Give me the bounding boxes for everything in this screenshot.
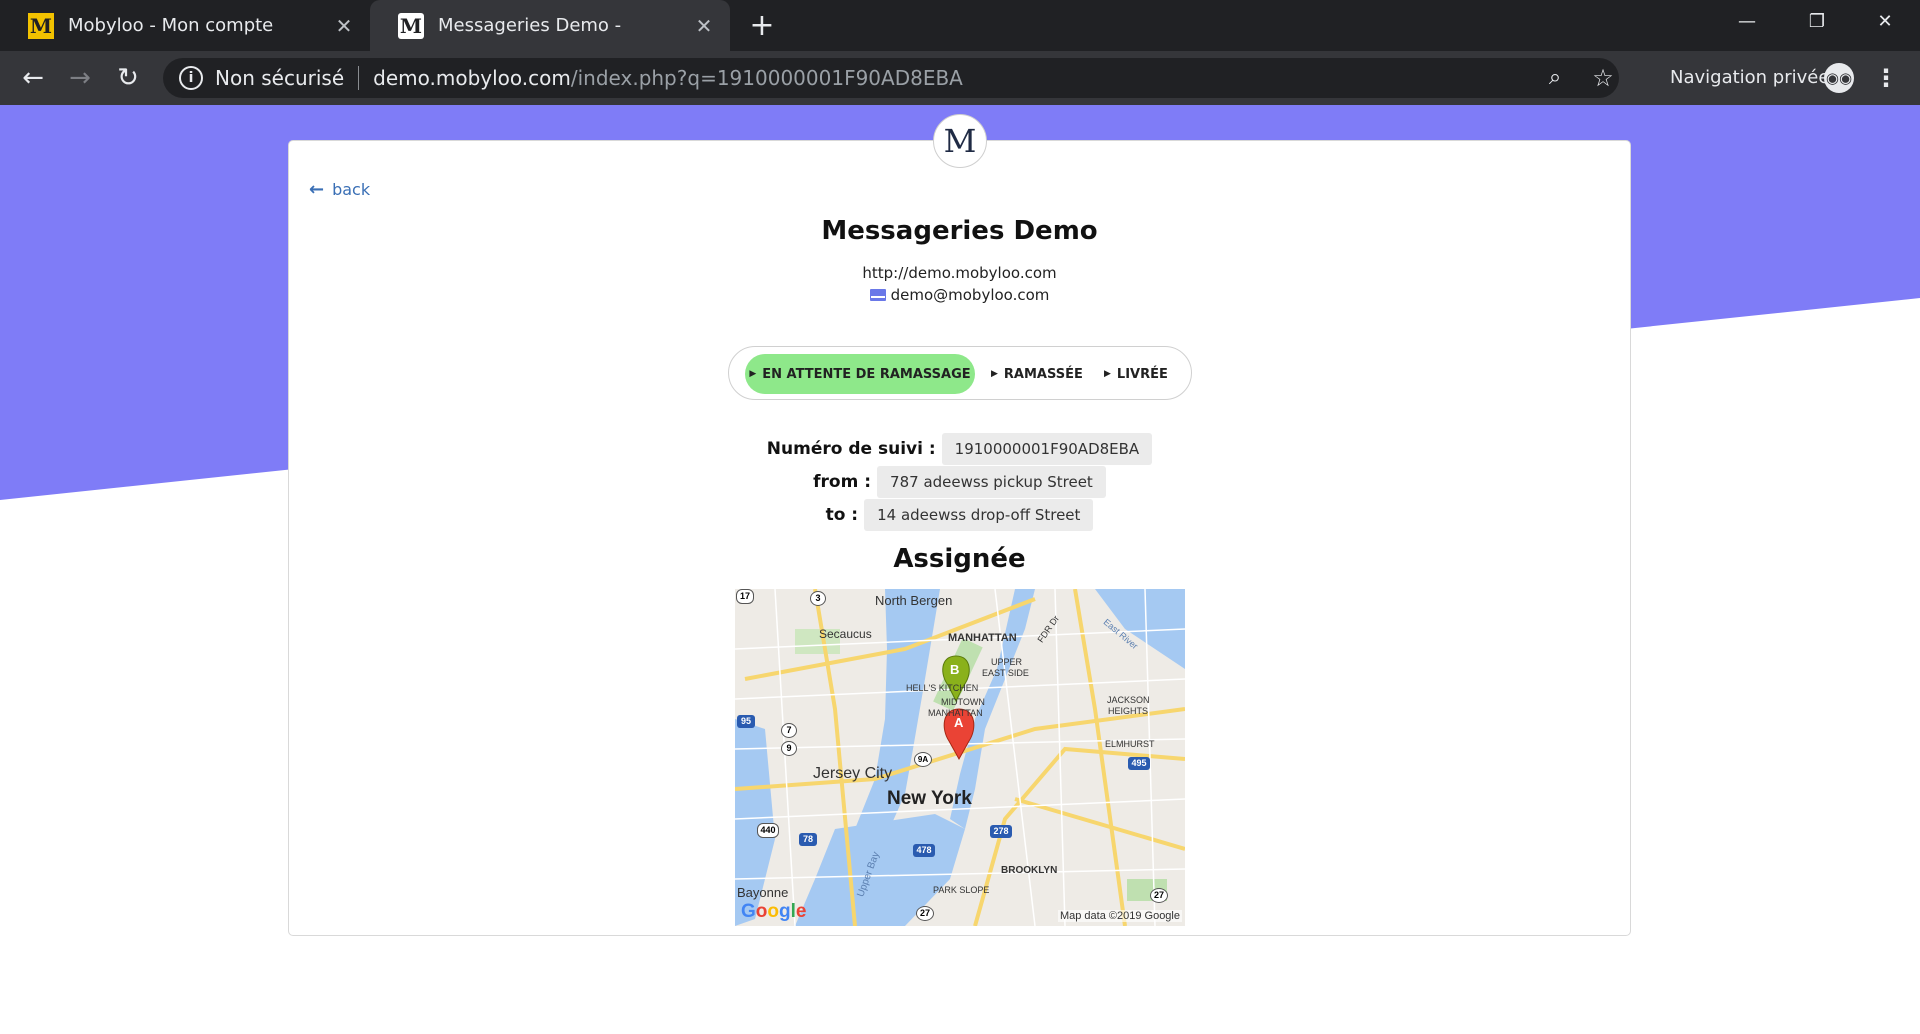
close-icon[interactable]: ✕	[692, 14, 716, 38]
envelope-icon	[869, 289, 886, 301]
page-content: ← back Messageries Demo http://demo.moby…	[0, 105, 1920, 1034]
map-label-brooklyn: BROOKLYN	[1001, 865, 1058, 876]
divider	[358, 66, 360, 90]
route-27-shield: 27	[916, 906, 934, 921]
tab-mobyloo-account[interactable]: M Mobyloo - Mon compte ✕	[0, 0, 370, 51]
zoom-icon[interactable]: ⌕	[1539, 62, 1571, 94]
caret-right-icon: ▶	[1104, 369, 1111, 379]
step-label: EN ATTENTE DE RAMASSAGE	[762, 366, 971, 382]
map-label-manhattan: MANHATTAN	[948, 632, 1017, 644]
step-delivered[interactable]: ▶ LIVRÉE	[1104, 354, 1168, 394]
company-website: http://demo.mobyloo.com	[862, 264, 1057, 282]
from-address: 787 adeewss pickup Street	[877, 466, 1106, 498]
route-27-east-shield: 27	[1150, 888, 1168, 903]
map-label-park-slope: PARK SLOPE	[933, 885, 990, 895]
interstate-78-shield: 78	[799, 833, 817, 846]
minimize-button[interactable]: —	[1716, 0, 1778, 44]
mobyloo-m-logo-icon: M	[398, 12, 424, 39]
new-tab-button[interactable]: +	[744, 8, 780, 44]
map-label-jackson: JACKSON	[1107, 695, 1150, 705]
back-label: back	[332, 180, 371, 199]
map-label-secaucus: Secaucus	[819, 627, 872, 641]
step-label: LIVRÉE	[1116, 366, 1168, 382]
interstate-278-shield: 278	[990, 825, 1012, 838]
caret-right-icon: ▶	[749, 369, 757, 379]
info-icon[interactable]: i	[179, 66, 203, 90]
interstate-478-shield: 478	[913, 844, 935, 857]
back-link[interactable]: ← back	[309, 179, 370, 200]
map-label-heights: HEIGHTS	[1108, 706, 1149, 716]
route-3-shield: 3	[810, 591, 826, 606]
interstate-95-shield: 95	[737, 715, 755, 728]
company-name: Messageries Demo	[821, 216, 1098, 246]
tab-messageries-demo[interactable]: M Messageries Demo - ✕	[370, 0, 730, 51]
map-label-midtown: MIDTOWN	[941, 697, 985, 707]
shipment-status-steps: ▶ EN ATTENTE DE RAMASSAGE ▶ RAMASSÉE ▶ L…	[728, 346, 1192, 400]
step-label: RAMASSÉE	[1003, 366, 1083, 382]
tracking-number-label: Numéro de suivi :	[766, 439, 936, 459]
map-label-upper: UPPER	[991, 657, 1023, 667]
company-logo: M	[933, 114, 987, 168]
map-label-bayonne: Bayonne	[737, 885, 789, 900]
mobyloo-yellow-icon: M	[28, 12, 54, 39]
route-map[interactable]: North Bergen Secaucus MANHATTAN FDR Dr E…	[735, 589, 1185, 926]
map-label-new-york: New York	[887, 788, 972, 809]
tab-title: Messageries Demo -	[438, 15, 622, 36]
address-bar[interactable]: i Non sécurisé demo.mobyloo.com /index.p…	[163, 58, 1619, 98]
caret-right-icon: ▶	[991, 369, 998, 379]
to-address: 14 adeewss drop-off Street	[864, 499, 1094, 531]
browser-toolbar: ← → ↻ i Non sécurisé demo.mobyloo.com /i…	[0, 51, 1920, 105]
reload-icon[interactable]: ↻	[110, 60, 146, 96]
map-label-east-side: EAST SIDE	[982, 668, 1029, 678]
incognito-icon[interactable]: ◉◉	[1824, 63, 1854, 93]
security-label[interactable]: Non sécurisé	[215, 66, 344, 90]
to-row: to : 14 adeewss drop-off Street	[289, 499, 1630, 531]
map-label-elmhurst: ELMHURST	[1105, 739, 1155, 749]
tab-title: Mobyloo - Mon compte	[68, 15, 274, 36]
tracking-number-value: 1910000001F90AD8EBA	[941, 433, 1153, 465]
tracking-card: ← back Messageries Demo http://demo.moby…	[288, 140, 1631, 936]
back-arrow-icon: ←	[309, 179, 325, 200]
interstate-495-shield: 495	[1128, 757, 1150, 770]
to-label: to :	[825, 505, 859, 525]
back-arrow-icon[interactable]: ←	[15, 60, 51, 96]
menu-icon[interactable]: ⋮	[1874, 63, 1898, 93]
from-row: from : 787 adeewss pickup Street	[289, 466, 1630, 498]
map-label-north-bergen: North Bergen	[875, 593, 953, 608]
forward-arrow-icon[interactable]: →	[62, 60, 98, 96]
company-email-line: demo@mobyloo.com	[289, 286, 1630, 304]
restore-button[interactable]: ❐	[1786, 0, 1848, 44]
route-17-shield: 17	[736, 589, 754, 604]
map-label-jersey-city: Jersey City	[813, 765, 893, 782]
url-domain[interactable]: demo.mobyloo.com	[373, 66, 571, 90]
assignee-title: Assignée	[893, 544, 1026, 574]
close-icon[interactable]: ✕	[332, 14, 356, 38]
incognito-label: Navigation privée	[1670, 67, 1830, 88]
map-label-hells-kitchen: HELL'S KITCHEN	[906, 683, 979, 693]
route-9a-shield: 9A	[914, 752, 932, 767]
marker-b-label: B	[950, 662, 960, 677]
route-7-shield: 7	[781, 723, 797, 738]
company-email: demo@mobyloo.com	[890, 286, 1050, 304]
step-awaiting-pickup[interactable]: ▶ EN ATTENTE DE RAMASSAGE	[745, 354, 975, 394]
from-label: from :	[813, 472, 872, 492]
step-picked-up[interactable]: ▶ RAMASSÉE	[991, 354, 1083, 394]
url-path[interactable]: /index.php?q=1910000001F90AD8EBA	[571, 66, 963, 90]
route-9-shield: 9	[781, 741, 797, 756]
tracking-number-row: Numéro de suivi : 1910000001F90AD8EBA	[289, 433, 1630, 465]
bookmark-star-icon[interactable]: ☆	[1587, 62, 1619, 94]
map-data-credit[interactable]: Map data ©2019 Google	[1057, 910, 1182, 922]
google-logo[interactable]: Google	[741, 901, 806, 923]
browser-tab-bar: M Mobyloo - Mon compte ✕ M Messageries D…	[0, 0, 1920, 51]
marker-a-label: A	[954, 715, 964, 730]
route-440-shield: 440	[757, 823, 779, 838]
window-close-button[interactable]: ✕	[1854, 0, 1916, 44]
